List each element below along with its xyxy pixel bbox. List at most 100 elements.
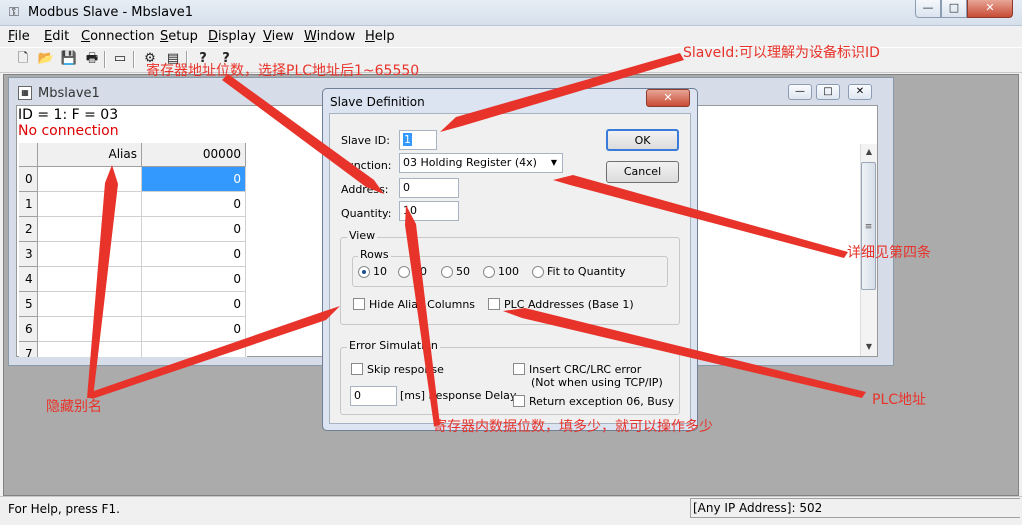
slave-id-input[interactable]: 1 (399, 130, 437, 150)
status-help-text: For Help, press F1. (8, 502, 120, 516)
plc-addresses-checkbox[interactable] (488, 298, 500, 310)
row-header[interactable]: 4 (19, 267, 38, 292)
hide-alias-checkbox[interactable] (353, 298, 365, 310)
toolbar-separator (104, 51, 106, 68)
alias-cell[interactable] (38, 342, 142, 357)
alias-cell[interactable] (38, 167, 142, 192)
response-delay-label: [ms] Response Delay (400, 389, 517, 402)
skip-response-label[interactable]: Skip response (367, 363, 444, 377)
alias-cell[interactable] (38, 242, 142, 267)
print-icon[interactable]: 🖶 (83, 50, 101, 68)
menu-setup[interactable]: Setup (160, 29, 198, 45)
window-title: Modbus Slave - Mbslave1 (28, 5, 194, 20)
rows-50-label[interactable]: 50 (456, 265, 470, 279)
menu-connection[interactable]: Connection (81, 29, 155, 45)
error-simulation-label: Error Simulation (347, 339, 440, 353)
row-header[interactable]: 0 (19, 167, 38, 192)
value-cell[interactable]: 0 (142, 217, 246, 242)
child-close-button[interactable]: ✕ (848, 84, 872, 100)
child-maximize-button[interactable]: □ (816, 84, 840, 100)
connection-status: No connection (18, 123, 119, 139)
insert-crc-label[interactable]: Insert CRC/LRC error (529, 363, 641, 377)
annotation-hide-alias: 隐藏别名 (46, 399, 102, 415)
child-window-icon[interactable]: ▦ (18, 86, 32, 100)
menu-edit[interactable]: Edit (44, 29, 69, 45)
quantity-input[interactable]: 10 (399, 201, 459, 221)
quantity-label: Quantity: (341, 207, 392, 220)
modbus-app-icon[interactable]: ⚿ (6, 5, 22, 21)
row-header[interactable]: 5 (19, 292, 38, 317)
row-header[interactable]: 2 (19, 217, 38, 242)
row-header[interactable]: 6 (19, 317, 38, 342)
value-cell[interactable]: 0 (142, 292, 246, 317)
rows-fit-label[interactable]: Fit to Quantity (547, 265, 625, 279)
row-header[interactable]: 7 (19, 342, 38, 357)
return-exception-checkbox[interactable] (513, 395, 525, 407)
dialog-close-button[interactable]: ✕ (646, 89, 690, 107)
cancel-button[interactable]: Cancel (606, 161, 679, 183)
value-cell[interactable] (142, 342, 246, 357)
menu-file[interactable]: File (8, 29, 30, 45)
plc-addresses-label[interactable]: PLC Addresses (Base 1) (504, 298, 634, 312)
column-header-alias[interactable]: Alias (38, 143, 142, 167)
hide-alias-label[interactable]: Hide Alias Columns (369, 298, 475, 312)
slave-id-function-line: ID = 1: F = 03 (18, 107, 119, 123)
rows-20-label[interactable]: 20 (413, 265, 427, 279)
menu-display[interactable]: Display (208, 29, 256, 45)
insert-crc-checkbox[interactable] (513, 363, 525, 375)
rows-fit-radio[interactable] (532, 266, 544, 278)
annotation-slave-id: SlaveId:可以理解为设备标识ID (683, 45, 880, 61)
address-label: Address: (341, 183, 389, 196)
rows-20-radio[interactable] (398, 266, 410, 278)
save-icon[interactable]: 💾 (60, 50, 78, 68)
function-value: 03 Holding Register (4x) (403, 156, 537, 169)
register-grid[interactable]: Alias 00000 0 0 1 0 2 0 3 0 4 0 5 0 6 0 … (19, 143, 247, 357)
menu-view[interactable]: View (263, 29, 294, 45)
value-cell[interactable]: 0 (142, 192, 246, 217)
scroll-down-arrow-icon[interactable]: ▼ (862, 340, 876, 354)
minimize-button[interactable]: — (915, 0, 941, 18)
value-cell-selected[interactable]: 0 (142, 167, 246, 192)
value-cell[interactable]: 0 (142, 317, 246, 342)
alias-cell[interactable] (38, 267, 142, 292)
scroll-up-arrow-icon[interactable]: ▲ (862, 145, 876, 159)
maximize-button[interactable]: □ (941, 0, 967, 18)
rows-100-radio[interactable] (483, 266, 495, 278)
rows-100-label[interactable]: 100 (498, 265, 519, 279)
grid-corner (19, 143, 38, 167)
alias-cell[interactable] (38, 217, 142, 242)
menu-help[interactable]: Help (365, 29, 395, 45)
function-label: Function: (341, 159, 392, 172)
value-cell[interactable]: 0 (142, 267, 246, 292)
child-minimize-button[interactable]: — (788, 84, 812, 100)
open-folder-icon[interactable]: 📂 (37, 50, 55, 68)
column-header-register[interactable]: 00000 (142, 143, 246, 167)
menu-window[interactable]: Window (304, 29, 355, 45)
alias-cell[interactable] (38, 192, 142, 217)
rows-50-radio[interactable] (441, 266, 453, 278)
return-exception-label[interactable]: Return exception 06, Busy (529, 395, 674, 409)
window-icon[interactable]: ▭ (111, 50, 129, 68)
new-file-icon[interactable]: 🗋 (14, 50, 32, 68)
row-header[interactable]: 1 (19, 192, 38, 217)
address-input[interactable]: 0 (399, 178, 459, 198)
alias-cell[interactable] (38, 292, 142, 317)
dropdown-arrow-icon[interactable]: ▼ (547, 156, 561, 170)
skip-response-checkbox[interactable] (351, 363, 363, 375)
row-header[interactable]: 3 (19, 242, 38, 267)
slave-id-label: Slave ID: (341, 134, 390, 147)
rows-10-radio[interactable] (358, 266, 370, 278)
slave-id-value: 1 (403, 133, 412, 146)
dialog-title: Slave Definition (330, 95, 425, 109)
scrollbar-thumb[interactable]: ≡ (861, 162, 876, 290)
function-select[interactable]: 03 Holding Register (4x) (399, 153, 563, 173)
response-delay-input[interactable]: 0 (350, 386, 397, 406)
rows-10-label[interactable]: 10 (373, 265, 387, 279)
annotation-see-fourth: 详细见第四条 (847, 245, 931, 261)
annotation-quantity: 寄存器内数据位数，填多少，就可以操作多少 (433, 419, 713, 435)
ok-button[interactable]: OK (606, 129, 679, 151)
status-ip-address: [Any IP Address]: 502 (690, 498, 1020, 518)
alias-cell[interactable] (38, 317, 142, 342)
value-cell[interactable]: 0 (142, 242, 246, 267)
close-button[interactable]: ✕ (967, 0, 1013, 18)
